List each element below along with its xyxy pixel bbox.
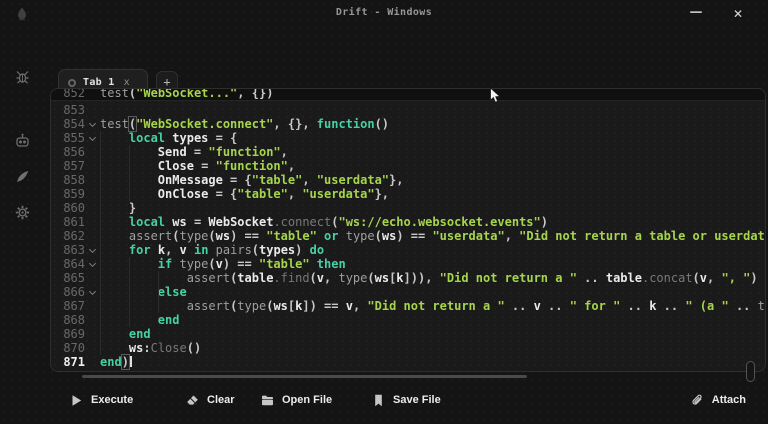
line-number: 855 — [51, 131, 85, 145]
line-number: 870 — [51, 341, 85, 355]
line-number: 860 — [51, 201, 85, 215]
line-number: 863 — [51, 243, 85, 257]
code-text: test("WebSocket.connect", {}, function() — [100, 117, 389, 131]
code-line[interactable]: 853 — [51, 103, 765, 117]
save-file-button[interactable]: Save File — [372, 391, 441, 409]
fold-chevron-icon[interactable] — [85, 257, 100, 271]
tab-label: Tab 1 — [83, 77, 115, 88]
line-number: 865 — [51, 271, 85, 285]
attach-label: Attach — [712, 394, 746, 406]
code-line[interactable]: 863 for k, v in pairs(types) do — [51, 243, 765, 257]
play-icon — [70, 394, 83, 407]
code-line[interactable]: 857 Close = "function", — [51, 159, 765, 173]
line-number: 852 — [51, 89, 85, 100]
code-text: local types = { — [100, 131, 237, 145]
line-number: 866 — [51, 285, 85, 299]
indent-guide — [158, 271, 159, 313]
line-number: 854 — [51, 117, 85, 131]
line-number: 859 — [51, 187, 85, 201]
code-line[interactable]: 870 ws:Close() — [51, 341, 765, 355]
pen-icon[interactable] — [14, 168, 31, 185]
text-caret — [130, 356, 132, 367]
close-button[interactable]: ✕ — [728, 4, 748, 24]
open-file-button[interactable]: Open File — [261, 391, 332, 409]
fold-chevron-icon[interactable] — [85, 131, 100, 145]
partial-line-host: 852 test("WebSocket...", {}) — [51, 89, 765, 101]
line-number: 862 — [51, 229, 85, 243]
code-line[interactable]: 862 assert(type(ws) == "table" or type(w… — [51, 229, 765, 243]
execute-label: Execute — [91, 394, 133, 406]
code-line[interactable]: 869 end — [51, 327, 765, 341]
fold-chevron-icon[interactable] — [85, 285, 100, 299]
code-line[interactable]: 868 end — [51, 313, 765, 327]
code-text: OnClose = {"table", "userdata"}, — [100, 187, 389, 201]
minimize-button[interactable]: — — [686, 4, 706, 24]
clear-label: Clear — [207, 394, 235, 406]
open-file-label: Open File — [282, 394, 332, 406]
line-number: 867 — [51, 299, 85, 313]
line-number: 869 — [51, 327, 85, 341]
code-line[interactable]: 864 if type(v) == "table" then — [51, 257, 765, 271]
indent-guide — [100, 131, 101, 355]
code-text: end — [100, 327, 151, 341]
clear-button[interactable]: Clear — [186, 391, 235, 409]
line-number: 853 — [51, 103, 85, 117]
vertical-scrollbar-thumb[interactable] — [746, 361, 755, 382]
bug-icon[interactable] — [14, 68, 31, 85]
execute-button[interactable]: Execute — [70, 391, 133, 409]
code-line[interactable]: 854 test("WebSocket.connect", {}, functio… — [51, 117, 765, 131]
fold-chevron-icon[interactable] — [85, 243, 100, 257]
code-text: assert(table.find(v, type(ws[k])), "Did … — [100, 271, 766, 285]
tab-close-icon[interactable]: x — [124, 77, 130, 88]
window-title: Drift - Windows — [0, 7, 768, 18]
code-text: end — [100, 313, 179, 327]
line-number: 871 — [51, 355, 85, 369]
eraser-icon — [186, 394, 199, 407]
code-line[interactable]: 858 OnMessage = {"table", "userdata"}, — [51, 173, 765, 187]
line-number: 864 — [51, 257, 85, 271]
code-line[interactable]: 855 local types = { — [51, 131, 765, 145]
indent-guide — [129, 145, 130, 201]
code-line[interactable]: 871 end) — [51, 355, 765, 369]
code-line[interactable]: 861 local ws = WebSocket.connect("ws://e… — [51, 215, 765, 229]
code-text: assert(type(ws[k]) == v, "Did not return… — [100, 299, 766, 313]
horizontal-scrollbar-thumb[interactable] — [82, 375, 527, 378]
code-text: for k, v in pairs(types) do — [100, 243, 324, 257]
code-text: else — [100, 285, 187, 299]
save-file-label: Save File — [393, 394, 441, 406]
sidebar — [0, 28, 46, 424]
code-line[interactable]: 852 test("WebSocket...", {}) — [51, 89, 765, 100]
tab-icon — [68, 79, 76, 87]
code-editor[interactable]: 852 test("WebSocket...", {}) 853854 test("… — [50, 88, 766, 372]
code-text: ws:Close() — [100, 341, 201, 355]
line-number: 857 — [51, 159, 85, 173]
code-line[interactable]: 860 } — [51, 201, 765, 215]
bookmark-icon — [372, 394, 385, 407]
code-line[interactable]: 859 OnClose = {"table", "userdata"}, — [51, 187, 765, 201]
robot-icon[interactable] — [14, 132, 31, 149]
code-text: test("WebSocket...", {}) — [100, 89, 273, 100]
title-bar: Drift - Windows — ✕ — [0, 0, 768, 28]
code-text: local ws = WebSocket.connect("ws://echo.… — [100, 215, 548, 229]
line-number: 861 — [51, 215, 85, 229]
code-lines: 853854 test("WebSocket.connect", {}, func… — [51, 103, 765, 369]
line-number: 856 — [51, 145, 85, 159]
code-text: if type(v) == "table" then — [100, 257, 346, 271]
code-text: OnMessage = {"table", "userdata"}, — [100, 173, 403, 187]
folder-icon — [261, 394, 274, 407]
code-line[interactable]: 856 Send = "function", — [51, 145, 765, 159]
indent-guide — [129, 257, 130, 327]
code-text: assert(type(ws) == "table" or type(ws) =… — [100, 229, 766, 243]
gear-icon[interactable] — [14, 204, 31, 221]
line-number: 868 — [51, 313, 85, 327]
code-text: } — [100, 201, 136, 215]
code-text: end) — [100, 355, 132, 369]
paperclip-icon — [691, 394, 704, 407]
line-number: 858 — [51, 173, 85, 187]
fold-chevron-icon[interactable] — [85, 117, 100, 131]
attach-button[interactable]: Attach — [691, 391, 746, 409]
